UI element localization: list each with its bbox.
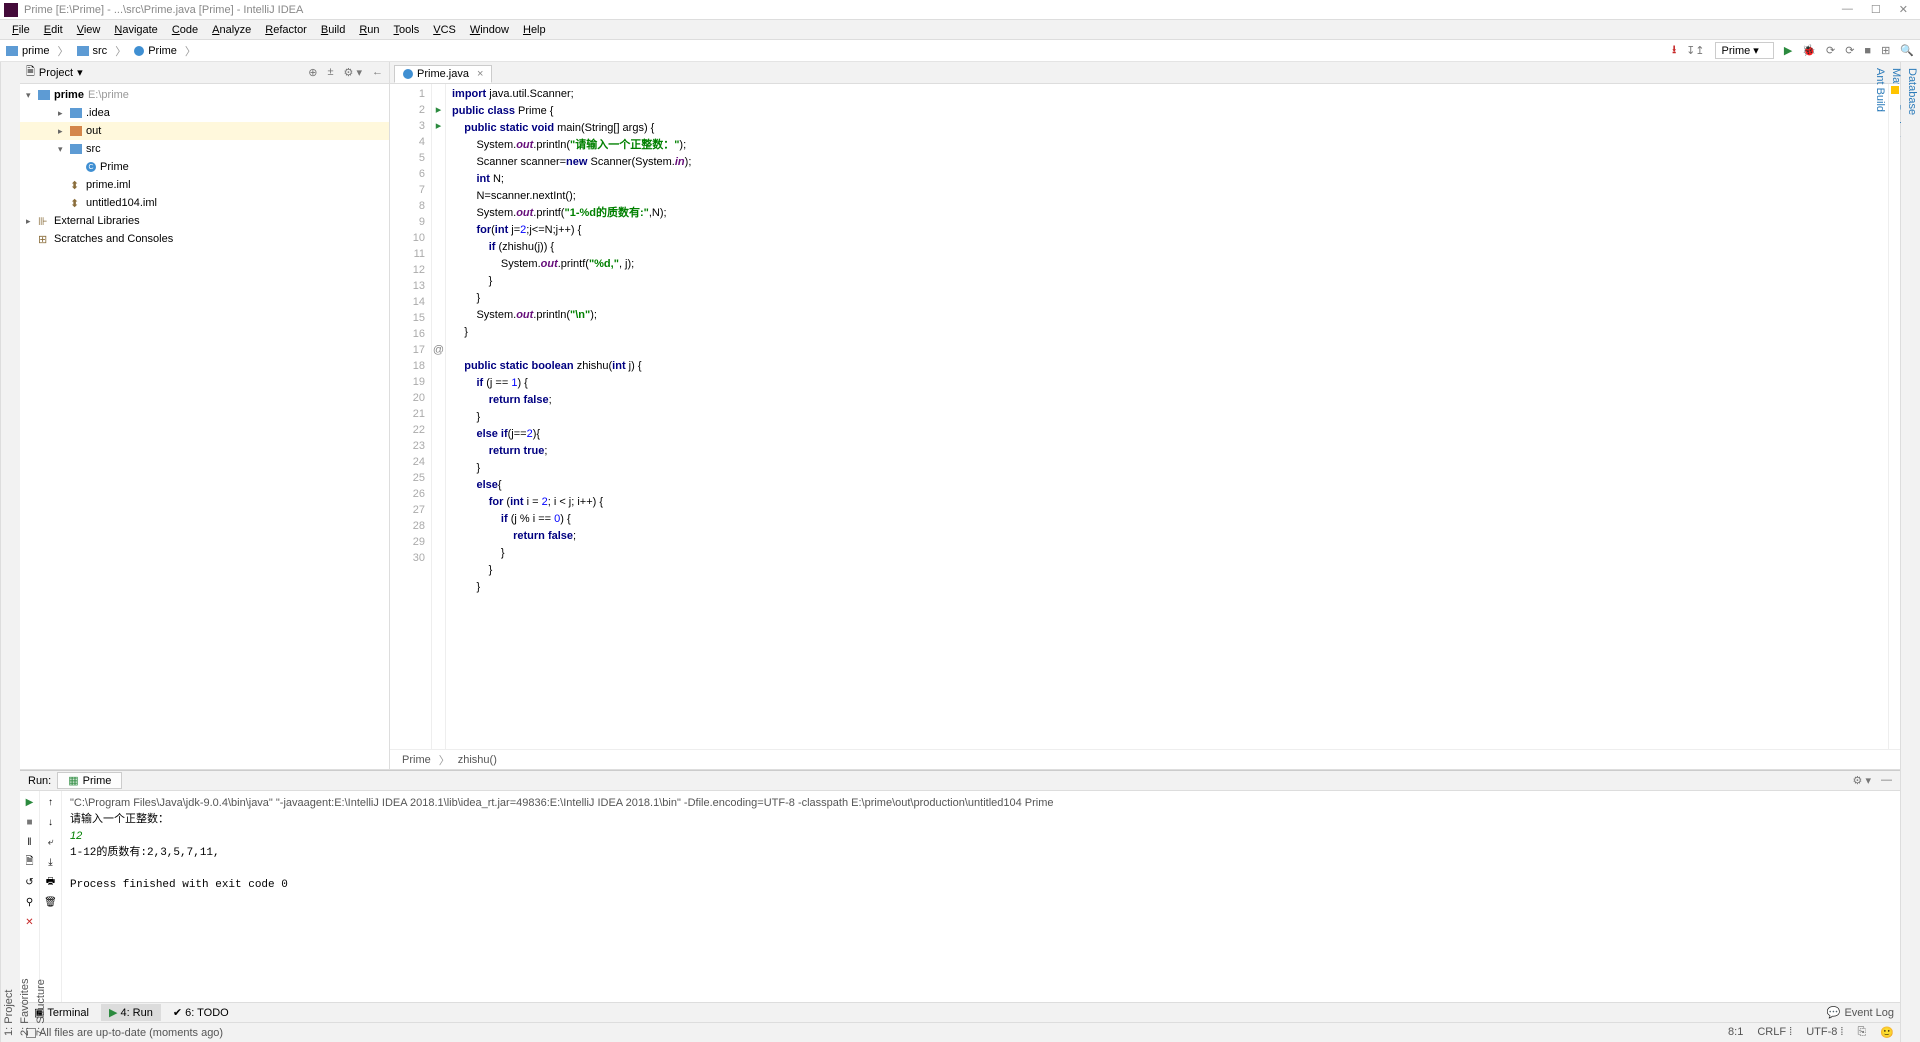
layout-icon[interactable]: ⊞: [1881, 44, 1890, 57]
status-context[interactable]: ⎘: [1857, 1026, 1866, 1039]
run-tab-icon: ▶: [109, 1006, 117, 1019]
project-panel: 🗎 Project ▾ ⊕ ± ⚙ ▾ ← ▾primeE:\prime▸.id…: [20, 62, 390, 769]
editor-body: 1234567891011121314151617181920212223242…: [390, 84, 1900, 749]
menu-navigate[interactable]: Navigate: [108, 22, 163, 38]
editor-breadcrumb: Prime 〉 zhishu(): [390, 749, 1900, 769]
run-output[interactable]: "C:\Program Files\Java\jdk-9.0.4\bin\jav…: [62, 791, 1900, 1002]
editor: Prime.java × 123456789101112131415161718…: [390, 62, 1900, 769]
debug-icon[interactable]: 🐞: [1802, 44, 1816, 57]
minimize-icon[interactable]: —: [1842, 3, 1853, 16]
nav-bar: prime 〉 src 〉 Prime 〉 ⭳ ↧↥ Prime ▾ ▶ 🐞 ⟳…: [0, 40, 1920, 62]
stop-icon[interactable]: ■: [1864, 45, 1871, 57]
todo-icon: ✔: [173, 1006, 182, 1019]
warning-marker[interactable]: [1891, 86, 1899, 94]
toolbar: ⭳ ↧↥ Prime ▾ ▶ 🐞 ⟳ ⟳ ■ ⊞ 🔍: [1672, 41, 1914, 60]
ed-breadcrumb-class[interactable]: Prime: [402, 754, 431, 766]
editor-tab[interactable]: Prime.java ×: [394, 65, 492, 83]
main-area: 1: Project 2: Favorites 7: Structure 🗎 P…: [0, 62, 1920, 1042]
right-tool-ant[interactable]: Ant Build: [1872, 66, 1888, 1038]
right-tool-strip: Database Maven Projects Ant Build: [1900, 62, 1920, 1042]
menu-build[interactable]: Build: [315, 22, 351, 38]
breadcrumb-class[interactable]: Prime: [148, 45, 177, 57]
run-body: ▶ ■ ‖ 🗎 ↺ ⚲ ✕ ↑ ↓ ⤶ ⤓ 🖶 🗑 "C:\Program Fi…: [20, 791, 1900, 1002]
close-icon[interactable]: ✕: [1899, 3, 1908, 16]
left-tool-favorites[interactable]: 2: Favorites: [17, 66, 33, 1038]
breadcrumb-src[interactable]: src: [93, 45, 108, 57]
class-icon: [134, 46, 144, 56]
settings-icon[interactable]: ⚙ ▾: [344, 66, 362, 79]
search-icon[interactable]: 🔍: [1900, 44, 1914, 57]
tree-row[interactable]: ▸out: [20, 122, 389, 140]
run-config-select[interactable]: Prime ▾: [1715, 42, 1774, 59]
update-icon[interactable]: ⭳: [1672, 41, 1676, 60]
run-icon[interactable]: ▶: [1784, 44, 1792, 57]
menu-bar: FileEditViewNavigateCodeAnalyzeRefactorB…: [0, 20, 1920, 40]
collapse-all-icon[interactable]: ±: [328, 66, 334, 79]
menu-file[interactable]: File: [6, 22, 36, 38]
event-log-icon: 💬: [1827, 1006, 1841, 1019]
run-header: Run: ▦ Prime ⚙ ▾ —: [20, 771, 1900, 791]
status-message: All files are up-to-date (moments ago): [39, 1027, 223, 1039]
tree-row[interactable]: CPrime: [20, 158, 389, 176]
tree-row[interactable]: ⬍prime.iml: [20, 176, 389, 194]
run-settings-icon[interactable]: ⚙ ▾: [1853, 774, 1871, 787]
tab-run[interactable]: ▶ 4: Run: [101, 1004, 161, 1021]
menu-help[interactable]: Help: [517, 22, 552, 38]
project-tree[interactable]: ▾primeE:\prime▸.idea▸out▾srcCPrime⬍prime…: [20, 84, 389, 769]
upper-split: 🗎 Project ▾ ⊕ ± ⚙ ▾ ← ▾primeE:\prime▸.id…: [20, 62, 1900, 770]
close-tab-icon[interactable]: ×: [477, 68, 483, 80]
menu-analyze[interactable]: Analyze: [206, 22, 257, 38]
menu-vcs[interactable]: VCS: [427, 22, 462, 38]
menu-code[interactable]: Code: [166, 22, 204, 38]
code-area[interactable]: import java.util.Scanner; public class P…: [446, 84, 1888, 749]
gutter-marks: ▸▸@: [432, 84, 446, 749]
menu-tools[interactable]: Tools: [388, 22, 426, 38]
status-encoding[interactable]: UTF-8 ⁞: [1806, 1026, 1843, 1039]
folder-icon: [77, 46, 89, 56]
left-tool-project[interactable]: 1: Project: [1, 66, 17, 1038]
status-position[interactable]: 8:1: [1728, 1026, 1743, 1039]
run-panel: Run: ▦ Prime ⚙ ▾ — ▶ ■ ‖ 🗎 ↺ ⚲: [20, 770, 1900, 1002]
error-stripe: [1888, 84, 1900, 749]
left-tool-strip: 1: Project 2: Favorites 7: Structure: [0, 62, 20, 1042]
line-gutter: 1234567891011121314151617181920212223242…: [390, 84, 432, 749]
project-header: 🗎 Project ▾ ⊕ ± ⚙ ▾ ←: [20, 62, 389, 84]
menu-run[interactable]: Run: [353, 22, 385, 38]
tab-todo[interactable]: ✔ 6: TODO: [165, 1004, 237, 1021]
tree-row[interactable]: ▸.idea: [20, 104, 389, 122]
window-controls: — ☐ ✕: [1842, 3, 1916, 16]
tree-row[interactable]: ▾primeE:\prime: [20, 86, 389, 104]
status-line-sep[interactable]: CRLF ⁞: [1757, 1026, 1792, 1039]
bottom-tool-tabs: ▣ Terminal ▶ 4: Run ✔ 6: TODO 💬 Event Lo…: [20, 1002, 1900, 1022]
menu-refactor[interactable]: Refactor: [259, 22, 313, 38]
sync-icon[interactable]: ↧↥: [1686, 44, 1704, 57]
left-tool-structure[interactable]: 7: Structure: [33, 66, 49, 1038]
menu-edit[interactable]: Edit: [38, 22, 69, 38]
folder-icon: [6, 46, 18, 56]
tree-row[interactable]: ▾src: [20, 140, 389, 158]
maximize-icon[interactable]: ☐: [1871, 3, 1881, 16]
editor-tabs: Prime.java ×: [390, 62, 1900, 84]
tab-label: Prime.java: [417, 68, 469, 80]
run-config-tab[interactable]: ▦ Prime: [57, 772, 122, 789]
title-bar: Prime [E:\Prime] - ...\src\Prime.java [P…: [0, 0, 1920, 20]
tree-row[interactable]: ▸⊪External Libraries: [20, 212, 389, 230]
coverage-icon[interactable]: ⟳: [1826, 44, 1835, 57]
app-icon: [4, 3, 18, 17]
ed-breadcrumb-method[interactable]: zhishu(): [458, 754, 497, 766]
breadcrumb-root[interactable]: prime: [22, 45, 50, 57]
menu-view[interactable]: View: [71, 22, 107, 38]
breadcrumb: prime 〉 src 〉 Prime 〉: [6, 43, 200, 59]
class-icon: [403, 69, 413, 79]
center-column: 🗎 Project ▾ ⊕ ± ⚙ ▾ ← ▾primeE:\prime▸.id…: [20, 62, 1900, 1042]
scroll-from-source-icon[interactable]: ⊕: [308, 66, 317, 79]
profile-icon[interactable]: ⟳: [1845, 44, 1854, 57]
right-tool-database[interactable]: Database: [1904, 66, 1920, 1038]
hide-icon[interactable]: ←: [372, 66, 383, 79]
status-bar: All files are up-to-date (moments ago) 8…: [20, 1022, 1900, 1042]
menu-window[interactable]: Window: [464, 22, 515, 38]
window-title: Prime [E:\Prime] - ...\src\Prime.java [P…: [24, 4, 303, 16]
tree-row[interactable]: ⊞Scratches and Consoles: [20, 230, 389, 248]
tree-row[interactable]: ⬍untitled104.iml: [20, 194, 389, 212]
